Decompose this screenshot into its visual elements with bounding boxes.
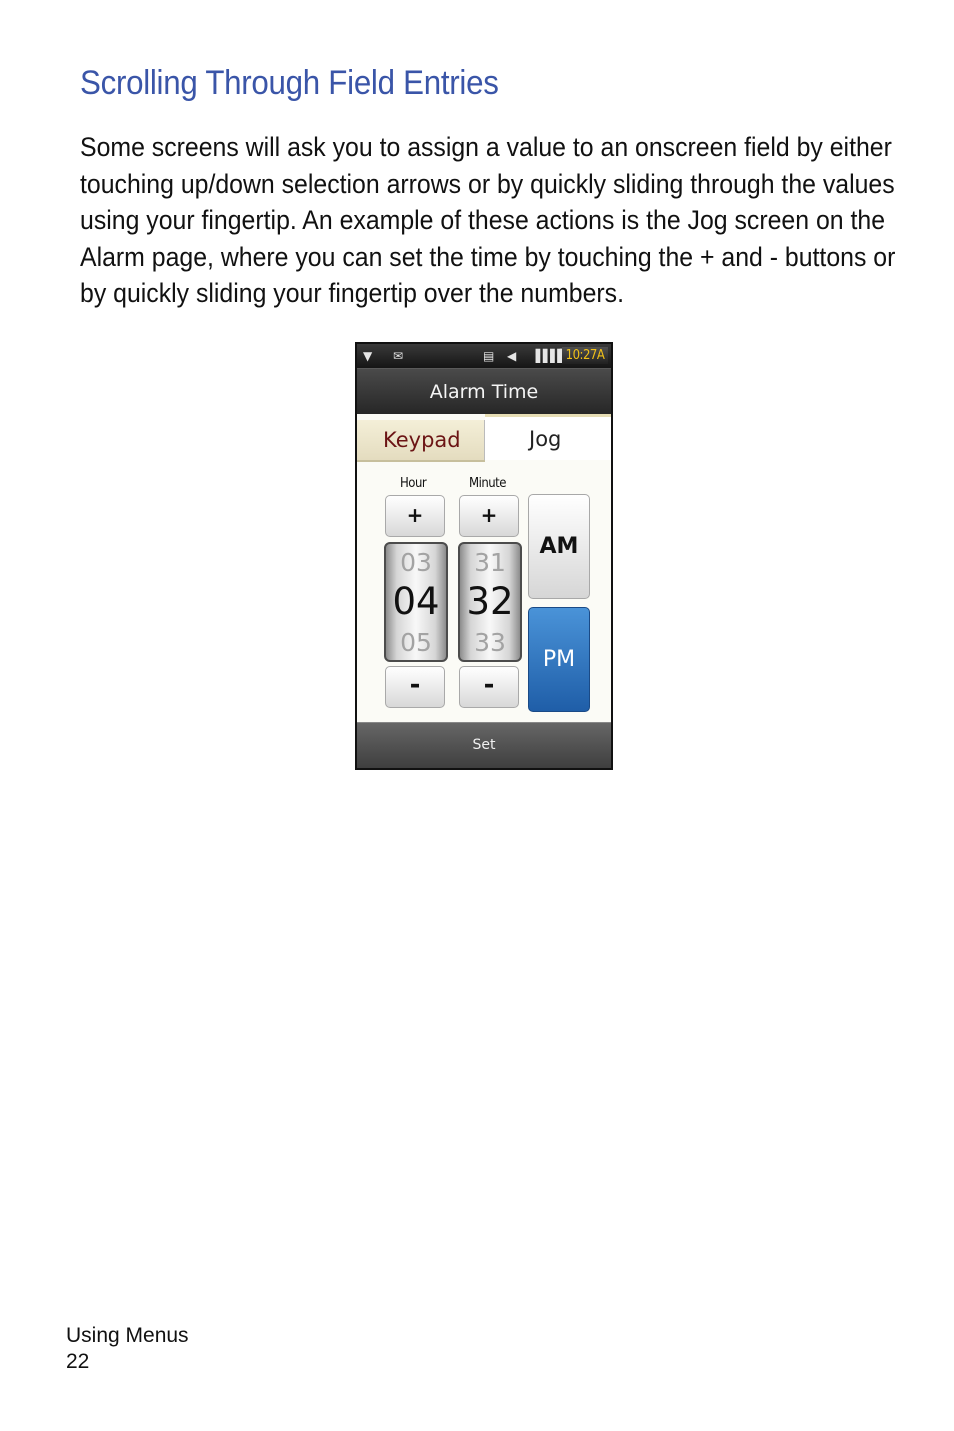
paragraph-line: Some screens will ask you to assign a va… (80, 132, 892, 162)
paragraph-line: touching up/down selection arrows or by … (80, 168, 895, 199)
minute-drum[interactable]: 31 32 33 (458, 542, 522, 662)
alarm-jog-panel: Keypad Jog Hour Minute + + 03 04 05 31 3… (357, 414, 611, 722)
status-clock: 10:27A (562, 347, 608, 364)
screen-title: Alarm Time (429, 381, 539, 403)
minute-next-value: 33 (474, 628, 506, 657)
hour-next-value: 05 (400, 628, 432, 657)
paragraph-line: Alarm page, where you can set the time b… (80, 241, 896, 272)
tab-jog[interactable]: Jog (485, 414, 611, 460)
tab-keypad[interactable]: Keypad (357, 420, 485, 460)
set-softkey[interactable]: Set (357, 737, 611, 753)
hour-plus-button[interactable]: + (385, 495, 445, 537)
minute-prev-value: 31 (474, 548, 506, 577)
hour-minus-button[interactable]: - (385, 666, 445, 708)
paragraph-line: by quickly sliding your fingertip over t… (80, 278, 624, 308)
sync-icon: ▤ (483, 349, 495, 363)
page-number: 22 (66, 1350, 90, 1373)
am-button[interactable]: AM (528, 494, 590, 599)
pm-button[interactable]: PM (528, 607, 590, 712)
signal-icon: ▼ (363, 349, 373, 363)
tab-divider (357, 460, 485, 462)
section-heading: Scrolling Through Field Entries (80, 64, 499, 102)
volume-icon: ◀ (507, 349, 517, 363)
status-bar: ▼ ✉ ▤ ◀ ▐▐▐▐▌ 10:27A (357, 344, 611, 368)
minute-label: Minute (469, 476, 506, 491)
hour-current-value: 04 (392, 580, 440, 623)
body-paragraph: Some screens will ask you to assign a va… (80, 129, 896, 312)
paragraph-line: using your fingertip. An example of thes… (80, 205, 886, 235)
tab-jog-label: Jog (529, 427, 562, 451)
hour-label: Hour (400, 476, 427, 491)
tab-keypad-label: Keypad (383, 428, 461, 452)
minute-minus-button[interactable]: - (459, 666, 519, 708)
phone-screenshot: ▼ ✉ ▤ ◀ ▐▐▐▐▌ 10:27A Alarm Time Keypad J… (355, 342, 613, 770)
minute-plus-button[interactable]: + (459, 495, 519, 537)
hour-prev-value: 03 (400, 548, 432, 577)
hour-drum[interactable]: 03 04 05 (384, 542, 448, 662)
footer-section-name: Using Menus (66, 1324, 189, 1347)
screen-title-bar: Alarm Time (357, 368, 611, 415)
message-icon: ✉ (393, 349, 404, 363)
softkey-bar: Set (357, 722, 611, 768)
minute-current-value: 32 (466, 580, 514, 623)
